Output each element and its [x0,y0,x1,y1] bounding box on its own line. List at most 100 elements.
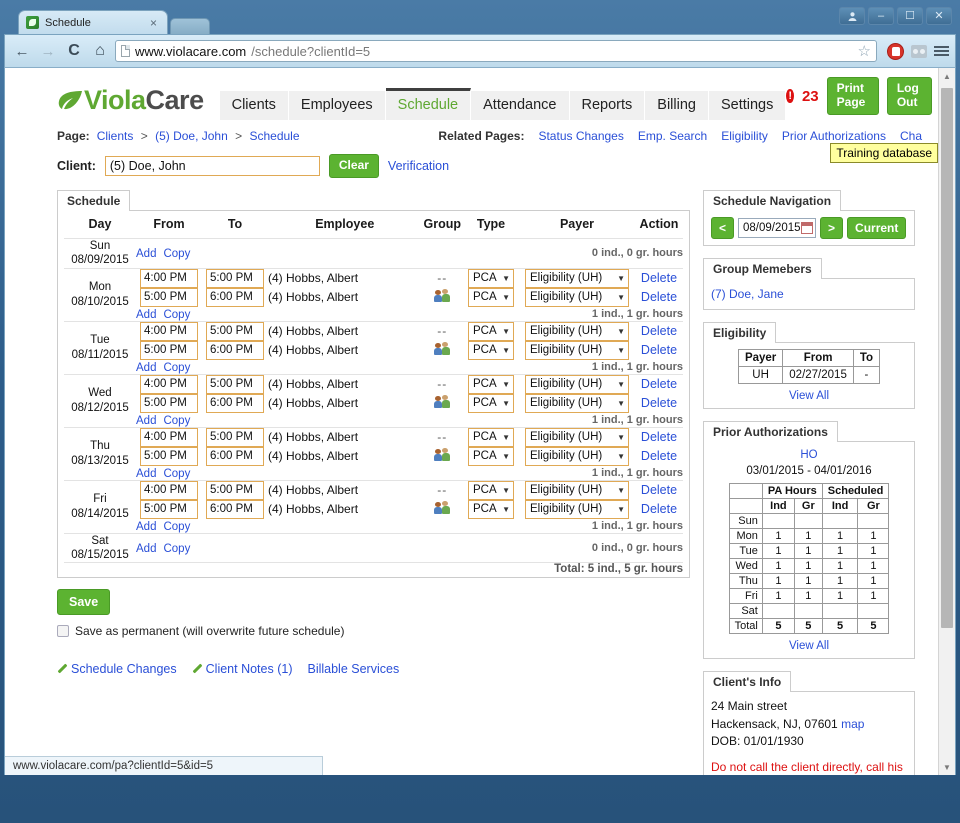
from-time-input[interactable]: 4:00 PM [140,321,198,341]
page-scrollbar[interactable]: ▲ ▼ [938,68,955,775]
from-time-input[interactable]: 5:00 PM [140,393,198,413]
logo[interactable]: Viola Care [57,85,204,120]
to-time-input[interactable]: 6:00 PM [206,499,264,519]
to-time-input[interactable]: 6:00 PM [206,340,264,360]
add-link[interactable]: Add [136,309,156,321]
payer-select[interactable]: Eligibility (UH) ▼ [525,268,629,288]
add-link[interactable]: Add [136,521,156,533]
type-select[interactable]: PCA ▼ [468,499,514,519]
verification-link[interactable]: Verification [388,159,449,173]
payer-select[interactable]: Eligibility (UH) ▼ [525,393,629,413]
type-select[interactable]: PCA ▼ [468,446,514,466]
next-week-button[interactable]: > [820,216,844,240]
to-time-input[interactable]: 6:00 PM [206,287,264,307]
nav-item-clients[interactable]: Clients [219,91,289,120]
copy-link[interactable]: Copy [163,309,190,321]
type-select[interactable]: PCA ▼ [468,480,514,500]
from-time-input[interactable]: 4:00 PM [140,427,198,447]
add-link[interactable]: Add [136,543,156,555]
related-link-eligibility[interactable]: Eligibility [721,129,768,143]
group-icon[interactable] [433,395,450,409]
payer-select[interactable]: Eligibility (UH) ▼ [525,340,629,360]
nav-item-schedule[interactable]: Schedule [385,88,472,120]
to-time-input[interactable]: 5:00 PM [206,268,264,288]
save-button[interactable]: Save [57,589,111,616]
schedule-changes-link[interactable]: Schedule Changes [57,662,177,676]
save-permanent-checkbox[interactable] [57,625,69,638]
client-input[interactable]: (5) Doe, John [104,155,320,176]
delete-link[interactable]: Delete [641,483,677,497]
from-time-input[interactable]: 5:00 PM [140,499,198,519]
scroll-down-arrow[interactable]: ▼ [939,759,955,775]
delete-link[interactable]: Delete [641,449,677,463]
eligibility-view-all-link[interactable]: View All [711,390,907,402]
to-time-input[interactable]: 5:00 PM [206,480,264,500]
prev-week-button[interactable]: < [711,216,735,240]
home-icon[interactable]: ⌂ [89,40,111,62]
type-select[interactable]: PCA ▼ [468,340,514,360]
save-permanent-row[interactable]: Save as permanent (will overwrite future… [57,624,690,638]
related-link-prior-authorizations[interactable]: Prior Authorizations [782,129,886,143]
calendar-icon[interactable] [801,221,814,234]
new-tab-button[interactable] [170,18,210,34]
browser-menu-icon[interactable] [934,46,949,56]
from-time-input[interactable]: 4:00 PM [140,268,198,288]
payer-select[interactable]: Eligibility (UH) ▼ [525,287,629,307]
related-link-status-changes[interactable]: Status Changes [538,129,623,143]
scrollbar-track[interactable] [939,84,955,759]
billable-services-link[interactable]: Billable Services [307,662,399,676]
bookmark-star-icon[interactable]: ☆ [858,42,871,60]
type-select[interactable]: PCA ▼ [468,374,514,394]
group-icon[interactable] [433,289,450,303]
add-link[interactable]: Add [136,468,156,480]
prior-auth-view-all-link[interactable]: View All [711,640,907,652]
type-select[interactable]: PCA ▼ [468,427,514,447]
add-link[interactable]: Add [136,362,156,374]
breadcrumb-item-client[interactable]: (5) Doe, John [155,129,228,143]
copy-link[interactable]: Copy [163,362,190,374]
nav-item-settings[interactable]: Settings [708,91,787,120]
alert-icon[interactable]: ! [786,89,794,104]
related-link-changes[interactable]: Cha [900,129,922,143]
to-time-input[interactable]: 5:00 PM [206,321,264,341]
copy-link[interactable]: Copy [163,248,190,260]
extension-icon[interactable] [911,44,927,58]
clear-button[interactable]: Clear [328,154,379,178]
copy-link[interactable]: Copy [163,521,190,533]
user-profile-icon[interactable] [839,7,865,25]
type-select[interactable]: PCA ▼ [468,321,514,341]
type-select[interactable]: PCA ▼ [468,393,514,413]
group-icon[interactable] [433,448,450,462]
group-icon[interactable] [433,501,450,515]
payer-select[interactable]: Eligibility (UH) ▼ [525,374,629,394]
minimize-button[interactable]: – [868,7,894,25]
logout-button[interactable]: Log Out [886,77,932,115]
from-time-input[interactable]: 5:00 PM [140,287,198,307]
add-link[interactable]: Add [136,415,156,427]
delete-link[interactable]: Delete [641,343,677,357]
from-time-input[interactable]: 5:00 PM [140,340,198,360]
nav-item-attendance[interactable]: Attendance [471,91,570,120]
delete-link[interactable]: Delete [641,290,677,304]
group-icon[interactable] [433,342,450,356]
forward-icon[interactable]: → [37,40,59,62]
adblock-icon[interactable] [887,42,904,60]
prior-auth-payer-link[interactable]: HO [800,449,817,461]
from-time-input[interactable]: 4:00 PM [140,374,198,394]
copy-link[interactable]: Copy [163,468,190,480]
close-tab-icon[interactable]: × [148,16,159,30]
group-member-link[interactable]: (7) Doe, Jane [711,287,784,301]
close-window-button[interactable]: ✕ [926,7,952,25]
scroll-up-arrow[interactable]: ▲ [939,68,955,84]
breadcrumb-item-schedule[interactable]: Schedule [249,129,299,143]
to-time-input[interactable]: 6:00 PM [206,446,264,466]
payer-select[interactable]: Eligibility (UH) ▼ [525,499,629,519]
type-select[interactable]: PCA ▼ [468,287,514,307]
delete-link[interactable]: Delete [641,396,677,410]
payer-select[interactable]: Eligibility (UH) ▼ [525,427,629,447]
map-link[interactable]: map [841,717,864,731]
nav-item-employees[interactable]: Employees [288,91,386,120]
to-time-input[interactable]: 6:00 PM [206,393,264,413]
alert-count[interactable]: 23 [802,88,819,105]
delete-link[interactable]: Delete [641,430,677,444]
